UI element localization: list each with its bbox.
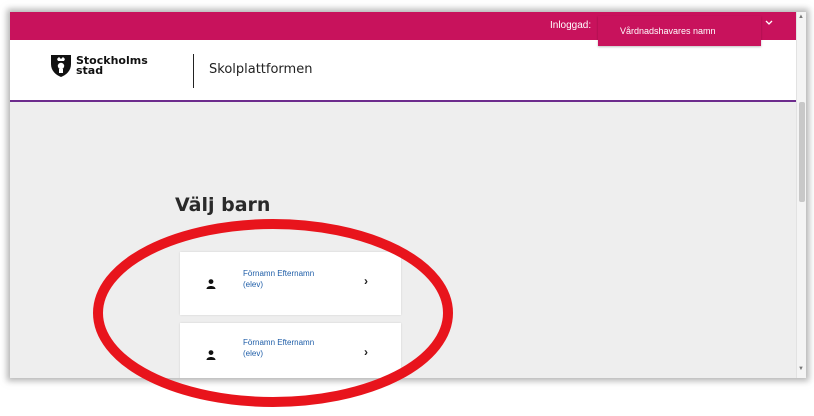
main-content: Välj barn Förnamn Efternamn (elev) › För… (10, 104, 806, 378)
city-crest-icon (51, 55, 71, 77)
chevron-down-icon[interactable] (765, 18, 773, 29)
chevron-right-icon: › (364, 345, 368, 359)
vertical-scrollbar[interactable]: ▲ ▼ (796, 12, 806, 378)
logo-text: Stockholms stad (76, 54, 148, 77)
page-title: Välj barn (175, 194, 271, 216)
stockholm-logo[interactable]: Stockholms stad (50, 54, 148, 78)
child-card[interactable]: Förnamn Efternamn (elev) › (180, 323, 401, 378)
logged-in-label: Inloggad: (550, 20, 592, 31)
child-name: Förnamn Efternamn (elev) (243, 268, 353, 290)
scroll-thumb[interactable] (799, 102, 805, 202)
scroll-down-icon[interactable]: ▼ (798, 366, 804, 372)
login-bar: Inloggad: Vårdnadshavares namn (10, 12, 806, 46)
child-role: (elev) (243, 349, 264, 358)
header-divider (193, 54, 194, 88)
child-role: (elev) (243, 280, 264, 289)
person-icon (206, 276, 216, 294)
person-icon (206, 347, 216, 365)
user-name: Vårdnadshavares namn (620, 26, 716, 36)
child-card[interactable]: Förnamn Efternamn (elev) › (180, 252, 401, 315)
child-name: Förnamn Efternamn (elev) (243, 337, 353, 359)
site-header: Stockholms stad Skolplattformen (10, 40, 806, 102)
scroll-up-icon[interactable]: ▲ (798, 14, 804, 20)
platform-name[interactable]: Skolplattformen (209, 62, 312, 77)
user-dropdown[interactable]: Vårdnadshavares namn (598, 16, 761, 46)
chevron-right-icon: › (364, 274, 368, 288)
page-frame: Inloggad: Vårdnadshavares namn Stockholm… (0, 0, 814, 416)
browser-window: Inloggad: Vårdnadshavares namn Stockholm… (10, 12, 806, 378)
